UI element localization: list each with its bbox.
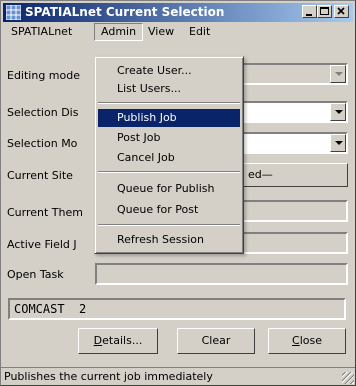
admin-dropdown-menu: Create User... List Users... Publish Job… [94,56,244,254]
menu-bar: SPATIALnet Admin View Edit [3,23,353,41]
menu-item-publish-job[interactable]: Publish Job [98,109,240,127]
chevron-down-icon[interactable] [330,65,346,83]
close-dialog-button[interactable]: Close [268,328,346,354]
menu-item-queue-publish[interactable]: Queue for Publish [98,180,240,198]
menu-separator [98,102,240,104]
selection-display-combo[interactable] [241,101,348,123]
menu-view[interactable]: View [142,23,180,41]
status-bar: Publishes the current job immediately [1,367,355,385]
active-field-label: Active Field J [7,238,77,251]
selection-mode-label: Selection Mo [7,137,78,150]
close-button-accel: Close [292,334,322,347]
menu-item-post-job[interactable]: Post Job [98,129,240,147]
details-button-accel: Details... [93,334,143,347]
current-site-label: Current Site [7,169,73,182]
maximize-button[interactable] [317,5,332,18]
editing-mode-label: Editing mode [7,69,81,82]
chevron-down-icon[interactable] [330,134,346,152]
app-grid-icon [6,5,21,20]
clear-button-label: Clear [201,334,231,347]
status-bar-text: Publishes the current job immediately [4,370,213,383]
selection-display-label: Selection Dis [7,106,79,119]
menu-separator [98,171,240,173]
selection-mode-combo[interactable] [241,132,348,154]
menu-spatialnet[interactable]: SPATIALnet [5,23,78,41]
open-task-field [95,263,348,285]
chevron-down-icon[interactable] [330,103,346,121]
menu-item-list-users[interactable]: List Users... [98,80,240,98]
main-window: SPATIALnet Current Selection SPATIALnet … [0,0,356,386]
active-field-field [241,232,348,254]
current-site-value: ed— [248,168,273,181]
window-title: SPATIALnet Current Selection [25,5,225,19]
details-button[interactable]: Details... [78,328,158,354]
title-bar[interactable]: SPATIALnet Current Selection [3,3,353,22]
current-theme-field [241,200,348,222]
menu-admin[interactable]: Admin [94,23,144,41]
menu-edit[interactable]: Edit [183,23,216,41]
current-theme-label: Current Them [7,206,83,219]
status-box: COMCAST 2 [8,298,346,320]
minimize-icon [306,14,312,16]
open-task-label: Open Task [7,268,64,281]
editing-mode-combo[interactable] [241,63,348,85]
resize-grip-icon[interactable] [342,372,354,384]
close-button[interactable] [334,5,349,18]
menu-item-queue-post[interactable]: Queue for Post [98,201,240,219]
minimize-button[interactable] [302,5,317,18]
close-icon [337,7,345,15]
menu-item-cancel-job[interactable]: Cancel Job [98,149,240,167]
clear-button[interactable]: Clear [177,328,255,354]
menu-item-create-user[interactable]: Create User... [98,62,240,80]
menu-separator [98,224,240,226]
maximize-icon [320,7,329,15]
menu-item-refresh-session[interactable]: Refresh Session [98,231,240,249]
